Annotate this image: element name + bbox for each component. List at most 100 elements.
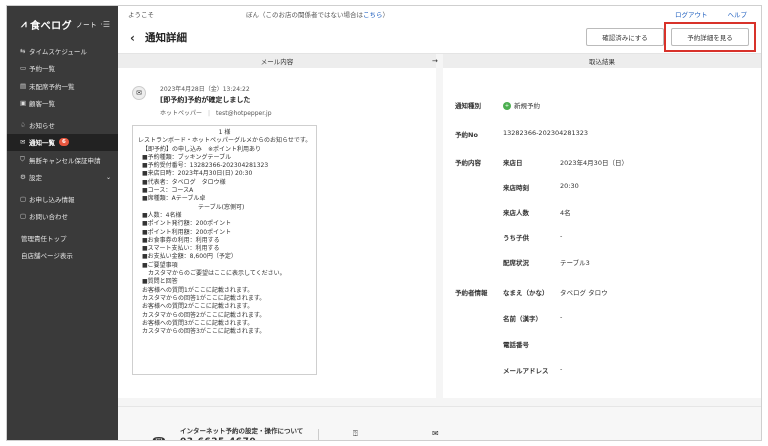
- logo-sub: ノート: [76, 21, 98, 29]
- arrow-right-icon: →: [432, 57, 438, 65]
- mail-body-line: レストランボード・ホットペッパーグルメからのお知らせです。: [138, 137, 312, 145]
- visit-time-value: 20:30: [560, 182, 579, 190]
- mail-icon[interactable]: ✉: [432, 429, 439, 438]
- app-window: ⩘ 食べログ ノート ·☰ ⇆ タイムスケジュール ▭ 予約一覧 ▤ 未配席予約一覧 …: [6, 5, 762, 441]
- page-title: 通知詳細: [144, 32, 187, 44]
- logo-text: 食べログ: [30, 20, 73, 32]
- mail-subject: [即予約]予約が確定しました: [160, 96, 251, 104]
- mark-confirmed-button[interactable]: 確認済みにする: [586, 28, 664, 46]
- sidebar-nav: ⇆ タイムスケジュール ▭ 予約一覧 ▤ 未配席予約一覧 ▣ 顧客一覧 ♤ お知らせ ✉ 通…: [7, 42, 118, 264]
- mail-icon: ✉: [20, 138, 26, 147]
- mail-body-line: テーブル(窓側可): [198, 203, 245, 211]
- mail-body-line: ■ポイント発行額：200ポイント: [142, 220, 232, 228]
- logo-mark-icon: ⩘: [21, 18, 28, 30]
- sidebar-item-store-page[interactable]: 自店舗ページ表示: [7, 247, 118, 265]
- import-result-panel: 取込結果 通知種別 + 新規予約 予約No 13282366-2023042813…: [443, 54, 761, 398]
- sidebar-item-news[interactable]: ♤ お知らせ: [7, 116, 118, 134]
- people-icon: ▣: [20, 99, 27, 108]
- visit-date-label: 来店日: [503, 159, 523, 167]
- mail-body-line: ■予約種類：ブッキングテーブル: [142, 153, 232, 161]
- footer-phone: 03-6625-4670: [180, 437, 256, 440]
- page-header: ‹ 通知詳細 確認済みにする 予約詳細を見る: [118, 22, 761, 54]
- notice-type-value: + 新規予約: [503, 102, 540, 110]
- mail-body-line: 【即予約】の申し込み ※ポイント利用あり: [142, 145, 262, 153]
- name-kana-label: なまえ（かな）: [503, 289, 549, 297]
- mail-body-line: お客様への質問1がここに記載されます。: [142, 286, 254, 294]
- mail-body-line: ■お食事券の利用：利用する: [142, 236, 220, 244]
- mail-body-line: お客様への質問3がここに記載されます。: [142, 319, 254, 327]
- mail-date: 2023年4月28日（金）13:24:22: [160, 86, 250, 93]
- email-value: -: [560, 365, 563, 373]
- main-content: メール内容 ✉ 2023年4月28日（金）13:24:22 [即予約]予約が確定…: [118, 54, 761, 440]
- document-icon: ▢: [20, 194, 27, 203]
- mail-from-name: ホットペッパー: [160, 110, 203, 117]
- sidebar-item-reservations[interactable]: ▭ 予約一覧: [7, 60, 118, 78]
- calendar-icon: ▭: [20, 64, 27, 73]
- welcome-text: ようこそ: [128, 11, 154, 19]
- mail-body-line: カスタマからの回答2がここに記載されます。: [142, 311, 266, 319]
- bell-icon: ♤: [20, 120, 26, 129]
- list-toggle-icon[interactable]: ·☰: [100, 20, 110, 29]
- chat-icon: ▢: [20, 212, 27, 221]
- visit-date-value: 2023年4月30日（日）: [560, 159, 628, 167]
- notice-type-label: 通知種別: [455, 102, 481, 110]
- sidebar-item-contact[interactable]: ▢ お問い合わせ: [7, 208, 118, 226]
- sidebar-item-notifications[interactable]: ✉ 通知一覧 6: [7, 133, 118, 151]
- footer: ☎ インターネット予約の設定・操作について 03-6625-4670 ⍰ ✉: [118, 406, 761, 440]
- sidebar-item-customers[interactable]: ▣ 顧客一覧: [7, 95, 118, 113]
- mail-from-email: test@hotpepper.jp: [216, 110, 272, 117]
- mail-body[interactable]: 1 様レストランボード・ホットペッパーグルメからのお知らせです。 【即予約】の申し…: [132, 125, 317, 375]
- clock-icon: ⇆: [20, 46, 26, 55]
- view-reservation-button[interactable]: 予約詳細を見る: [671, 28, 749, 46]
- mail-body-line: ■代表者：タベログ タロウ様: [142, 178, 226, 186]
- seating-label: 配席状況: [503, 259, 529, 267]
- faq-icon[interactable]: ⍰: [353, 429, 358, 439]
- mail-body-line: ■来店日時：2023年4月30日(日) 20:30: [142, 170, 253, 178]
- logout-link[interactable]: ログアウト: [675, 9, 708, 19]
- chevron-down-icon: ⌄: [105, 173, 111, 181]
- sidebar-item-settings[interactable]: ⚙ 設定 ⌄: [7, 169, 118, 187]
- help-link[interactable]: ヘルプ: [728, 9, 748, 19]
- mail-panel: メール内容 ✉ 2023年4月28日（金）13:24:22 [即予約]予約が確定…: [118, 54, 436, 398]
- mail-body-line: ■質問と回答: [142, 278, 178, 286]
- import-panel-header: 取込結果: [443, 54, 761, 68]
- reservation-no-value: 13282366-202304281323: [503, 129, 589, 137]
- mail-body-line: ■お支払い金額：8,600円（予定）: [142, 253, 237, 261]
- staff-note-suffix: ）: [382, 11, 390, 19]
- gear-icon: ⚙: [20, 173, 26, 182]
- name-kanji-value: -: [560, 313, 563, 321]
- visit-time-label: 来店時刻: [503, 184, 529, 192]
- name-kanji-label: 名前（漢字）: [503, 315, 542, 323]
- separator: |: [208, 110, 211, 117]
- staff-note-link[interactable]: こちら: [363, 9, 383, 19]
- children-label: うち子供: [503, 234, 529, 242]
- back-arrow-icon[interactable]: ‹: [130, 31, 135, 45]
- mail-body-line: ■席種類：Aテーブル卓: [142, 195, 206, 203]
- name-kana-value: タベログ タロウ: [560, 289, 608, 297]
- mail-panel-header: メール内容: [118, 54, 436, 68]
- sidebar-item-admin-top[interactable]: 管理責任トップ: [7, 229, 118, 247]
- staff-note-prefix: （このお店の関係者ではない場合は: [259, 11, 363, 19]
- sidebar-item-unassigned[interactable]: ▤ 未配席予約一覧: [7, 77, 118, 95]
- party-size-value: 4名: [560, 209, 571, 217]
- sidebar-item-cancel-guarantee[interactable]: ⛉ 無断キャンセル保証申請: [7, 151, 118, 169]
- email-label: メールアドレス: [503, 367, 549, 375]
- notification-badge: 6: [59, 138, 69, 147]
- phone-label: 電話番号: [503, 341, 529, 349]
- mail-body-line: カスタマからの回答3がここに記載されます。: [142, 328, 266, 336]
- sidebar-item-time-schedule[interactable]: ⇆ タイムスケジュール: [7, 42, 118, 60]
- sidebar-item-application[interactable]: ▢ お申し込み情報: [7, 190, 118, 208]
- mail-body-line: カスタマからの回答1がここに記載されます。: [142, 294, 266, 302]
- mail-body-line: ■ポイント利用額：200ポイント: [142, 228, 232, 236]
- reserver-info-label: 予約者情報: [455, 289, 488, 297]
- mail-body-line: ■ご要望事項: [142, 261, 178, 269]
- mail-from: ホットペッパー | test@hotpepper.jp: [160, 108, 272, 117]
- mail-body-line: お客様への質問2がここに記載されます。: [142, 303, 254, 311]
- reservation-no-label: 予約No: [455, 131, 478, 139]
- reservation-content-label: 予約内容: [455, 159, 481, 167]
- party-size-label: 来店人数: [503, 209, 529, 217]
- footer-divider: [318, 429, 319, 440]
- new-icon: +: [503, 102, 511, 110]
- brand-logo[interactable]: ⩘ 食べログ ノート: [21, 17, 97, 32]
- seating-value: テーブル3: [560, 259, 590, 267]
